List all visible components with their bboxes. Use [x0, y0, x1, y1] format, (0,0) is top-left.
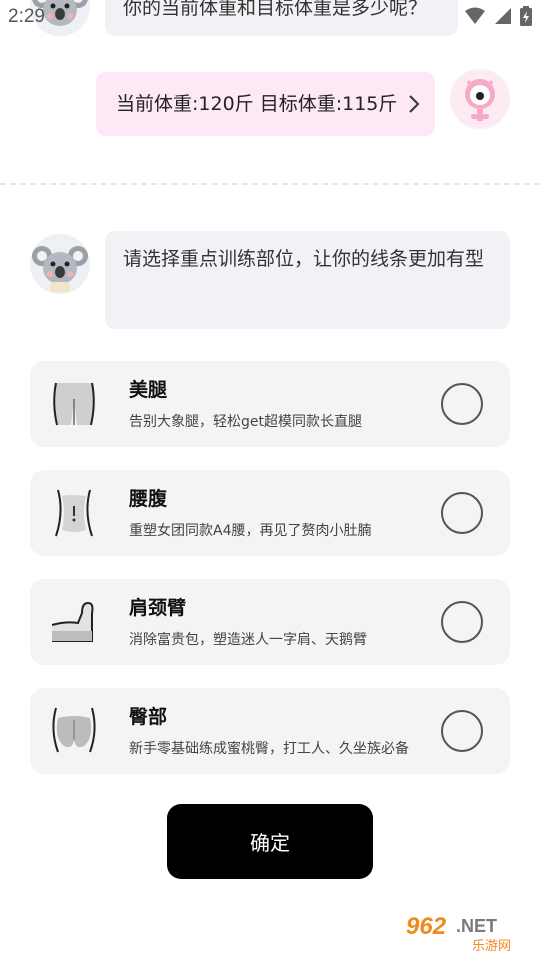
option-radio[interactable] [441, 601, 483, 643]
confirm-button[interactable]: 确定 [167, 804, 373, 879]
hips-icon [52, 707, 96, 753]
status-time: 2:29 [8, 6, 45, 27]
wifi-icon [465, 7, 485, 24]
bot-message-text: 请选择重点训练部位，让你的线条更加有型 [123, 248, 485, 270]
svg-text:乐游网: 乐游网 [472, 939, 511, 954]
status-icons [464, 6, 532, 26]
option-description: 重塑女团同款A4腰，再见了赘肉小肚腩 [129, 523, 372, 539]
signal-icon [495, 8, 511, 24]
option-waist[interactable]: 腰腹 重塑女团同款A4腰，再见了赘肉小肚腩 [30, 470, 510, 556]
option-description: 新手零基础练成蜜桃臀，打工人、久坐族必备 [129, 741, 409, 757]
user-message-weight-answer[interactable]: 当前体重:120斤 目标体重:115斤 [96, 72, 435, 136]
option-shoulder-arm[interactable]: 肩颈臂 消除富贵包，塑造迷人一字肩、天鹅臂 [30, 579, 510, 665]
bot-message-focus-question: 请选择重点训练部位，让你的线条更加有型 [105, 231, 510, 329]
option-legs[interactable]: 美腿 告别大象腿，轻松get超模同款长直腿 [30, 361, 510, 447]
koala-avatar [30, 234, 90, 294]
option-hips[interactable]: 臀部 新手零基础练成蜜桃臀，打工人、久坐族必备 [30, 688, 510, 774]
option-title: 肩颈臂 [129, 597, 187, 619]
option-description: 告别大象腿，轻松get超模同款长直腿 [129, 414, 362, 430]
arm-icon [51, 601, 94, 642]
option-title: 臀部 [129, 706, 168, 728]
waist-icon [55, 489, 93, 537]
chevron-right-icon[interactable] [407, 94, 421, 114]
user-message-text: 当前体重:120斤 目标体重:115斤 [116, 93, 398, 115]
svg-text:962: 962 [406, 913, 447, 940]
svg-text:.NET: .NET [456, 916, 497, 936]
option-radio[interactable] [441, 492, 483, 534]
section-divider [0, 183, 540, 185]
battery-icon [520, 6, 532, 26]
bot-message-weight-question: 你的当前体重和目标体重是多少呢？ [105, 0, 458, 36]
option-description: 消除富贵包，塑造迷人一字肩、天鹅臂 [129, 632, 367, 648]
option-radio[interactable] [441, 710, 483, 752]
option-title: 美腿 [129, 379, 168, 401]
option-title: 腰腹 [129, 488, 168, 510]
option-radio[interactable] [441, 383, 483, 425]
bot-message-text: 你的当前体重和目标体重是多少呢？ [123, 0, 428, 19]
site-watermark-logo: 962 .NET 乐游网 [400, 910, 536, 954]
legs-icon [53, 382, 95, 426]
user-avatar [450, 69, 510, 129]
